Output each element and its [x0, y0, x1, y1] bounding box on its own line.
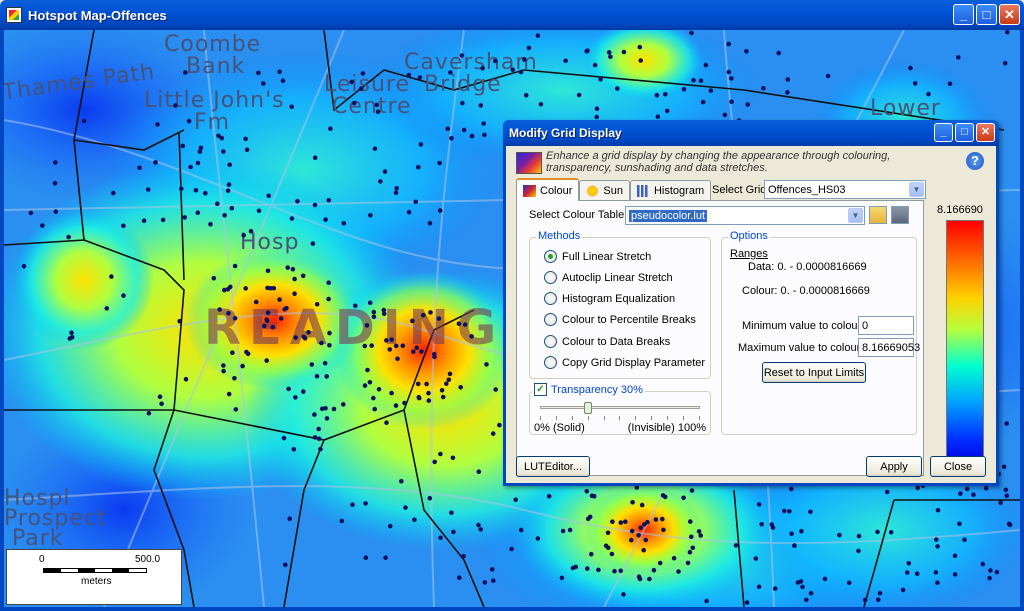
method-label: Autoclip Linear Stretch — [562, 271, 673, 284]
tab-sun-label: Sun — [603, 184, 623, 197]
dialog-title: Modify Grid Display — [509, 126, 622, 140]
options-group-title: Options — [728, 230, 770, 242]
method-histogram-equalization[interactable]: Histogram Equalization — [544, 292, 675, 305]
dialog-close-x-button[interactable]: ✕ — [976, 123, 995, 142]
method-label: Colour to Data Breaks — [562, 335, 671, 348]
slider-ticks — [540, 416, 700, 420]
tab-histogram[interactable]: Histogram — [629, 180, 712, 200]
data-range-text: Data: 0. - 0.0000816669 — [748, 261, 867, 273]
colour-tab-panel: Select Colour Table pseudocolor.lut ▼ Me… — [516, 200, 924, 476]
colour-table-dropdown[interactable]: pseudocolor.lut ▼ — [625, 206, 865, 225]
dialog-description: Enhance a grid display by changing the a… — [546, 150, 891, 174]
scale-bar-end: 500.0 — [135, 554, 161, 565]
min-value-input[interactable]: 0 — [858, 316, 914, 335]
method-full-linear-stretch[interactable]: Full Linear Stretch — [544, 250, 651, 263]
chevron-down-icon[interactable]: ▼ — [909, 182, 924, 197]
lut-editor-button[interactable]: LUTEditor... — [516, 456, 590, 477]
method-copy-grid-display[interactable]: Copy Grid Display Parameter — [544, 356, 705, 369]
minimize-button[interactable]: _ — [953, 4, 974, 25]
methods-group-title: Methods — [536, 230, 583, 242]
transparency-group: ✓ Transparency 30% 0% (Solid) (Invisible… — [529, 383, 711, 435]
colour-ramp-icon — [523, 184, 536, 197]
colour-legend: 8.166690 0 — [932, 204, 988, 478]
maximize-button[interactable]: □ — [976, 4, 997, 25]
methods-group: Methods Full Linear Stretch Autoclip Lin… — [529, 230, 711, 379]
select-grid-dropdown[interactable]: Offences_HS03 ▼ — [764, 180, 926, 199]
min-value-label: Minimum value to colour — [742, 320, 862, 332]
radio-button[interactable] — [544, 356, 557, 369]
close-window-button[interactable]: ✕ — [999, 4, 1020, 25]
dialog-maximize-button[interactable]: □ — [955, 123, 974, 142]
sun-icon — [586, 184, 600, 197]
select-grid-value: Offences_HS03 — [768, 183, 846, 196]
dialog-minimize-button[interactable]: _ — [934, 123, 953, 142]
max-value-input[interactable]: 8.16669053 — [858, 338, 920, 357]
method-label: Full Linear Stretch — [562, 250, 652, 263]
app-map-icon — [6, 7, 22, 23]
transparency-label: Transparency 30% — [551, 383, 643, 396]
transparency-slider-thumb[interactable] — [584, 402, 592, 414]
options-group: Options Ranges Data: 0. - 0.0000816669 C… — [721, 230, 920, 435]
ranges-label: Ranges — [730, 248, 768, 260]
chevron-down-icon[interactable]: ▼ — [848, 208, 863, 223]
scale-bar-graphic — [43, 568, 147, 573]
grid-colour-icon — [516, 152, 542, 174]
apply-button[interactable]: Apply — [866, 456, 922, 477]
histogram-icon — [636, 184, 650, 197]
close-button[interactable]: Close — [930, 456, 986, 477]
radio-button[interactable] — [544, 292, 557, 305]
scale-bar-start: 0 — [39, 554, 45, 565]
method-autoclip-linear-stretch[interactable]: Autoclip Linear Stretch — [544, 271, 673, 284]
tab-sun[interactable]: Sun — [579, 180, 630, 200]
tab-colour-label: Colour — [540, 184, 573, 197]
legend-max-value: 8.166690 — [937, 204, 983, 216]
open-folder-icon[interactable] — [869, 206, 887, 224]
transparency-toggle[interactable]: ✓ Transparency 30% — [532, 383, 645, 396]
radio-button[interactable] — [544, 271, 557, 284]
transparency-max-label: (Invisible) 100% — [627, 422, 706, 434]
method-label: Copy Grid Display Parameter — [562, 356, 706, 369]
save-disk-icon[interactable] — [891, 206, 909, 224]
radio-button[interactable] — [544, 313, 557, 326]
method-label: Histogram Equalization — [562, 292, 676, 305]
reset-to-input-limits-button[interactable]: Reset to Input Limits — [762, 362, 866, 383]
window-frame-bottom — [0, 607, 1024, 611]
method-colour-data-breaks[interactable]: Colour to Data Breaks — [544, 335, 670, 348]
scale-bar: 0 500.0 meters — [6, 549, 182, 605]
main-title-bar[interactable]: Hotspot Map-Offences _ □ ✕ — [0, 0, 1024, 30]
window-title: Hotspot Map-Offences — [28, 7, 167, 23]
dialog-title-bar[interactable]: Modify Grid Display _ □ ✕ — [503, 120, 999, 146]
transparency-min-label: 0% (Solid) — [534, 422, 585, 434]
radio-button[interactable] — [544, 250, 557, 263]
method-colour-percentile-breaks[interactable]: Colour to Percentile Breaks — [544, 313, 696, 326]
help-icon[interactable]: ? — [966, 152, 984, 170]
colour-table-label: Select Colour Table — [529, 209, 625, 221]
tab-histogram-label: Histogram — [653, 184, 705, 197]
radio-button[interactable] — [544, 335, 557, 348]
max-value-label: Maximum value to colour — [738, 342, 861, 354]
legend-colour-ramp — [946, 220, 984, 464]
transparency-slider-track[interactable] — [540, 406, 700, 409]
modify-grid-display-dialog[interactable]: Modify Grid Display _ □ ✕ Enhance a grid… — [503, 120, 999, 486]
dialog-tabs: Colour Sun Histogram — [516, 178, 712, 201]
select-grid-label: Select Grid — [712, 184, 767, 196]
colour-range-text: Colour: 0. - 0.0000816669 — [742, 285, 870, 297]
tab-colour[interactable]: Colour — [516, 178, 580, 201]
colour-table-value: pseudocolor.lut — [629, 209, 707, 222]
transparency-checkbox[interactable]: ✓ — [534, 383, 547, 396]
method-label: Colour to Percentile Breaks — [562, 313, 696, 326]
window-frame-right — [1020, 30, 1024, 611]
scale-bar-unit: meters — [81, 576, 112, 587]
